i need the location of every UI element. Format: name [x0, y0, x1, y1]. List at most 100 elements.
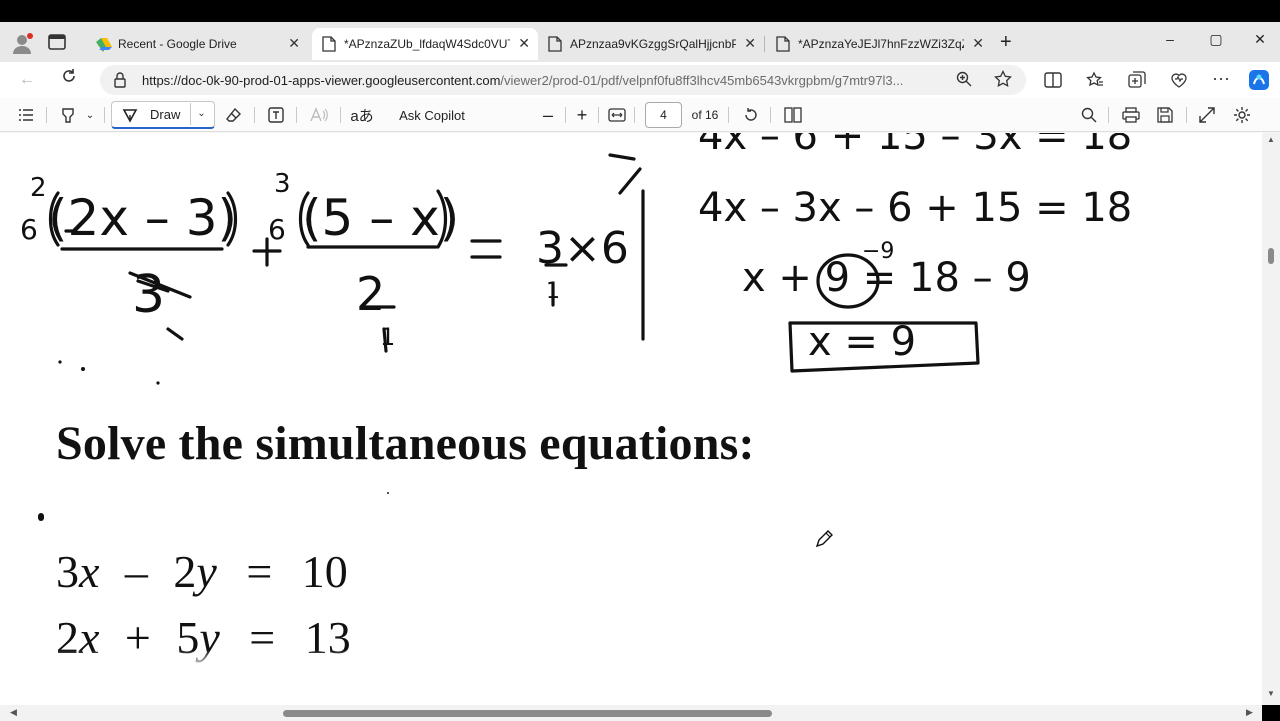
- toolbar-divider: [565, 107, 566, 123]
- zoom-icon[interactable]: [956, 71, 972, 92]
- hand-line3-mark: −9: [862, 239, 895, 264]
- toolbar-divider: [104, 107, 105, 123]
- pen-cursor-icon: [814, 529, 834, 554]
- minus-icon: –: [542, 104, 553, 125]
- fullscreen-button[interactable]: [1196, 103, 1218, 127]
- rotate-button[interactable]: [740, 103, 762, 127]
- ask-copilot-button[interactable]: Ask Copilot: [390, 103, 474, 127]
- draw-options-chevron[interactable]: ⌄: [190, 103, 212, 125]
- add-text-button[interactable]: [264, 103, 288, 127]
- tab-pdf-2[interactable]: APznzaa9vKGzggSrQalHjjcnbPiZ ✕: [538, 28, 764, 60]
- erase-button[interactable]: [222, 103, 246, 127]
- handwritten-annotations: [48, 153, 980, 385]
- print-icon: [1122, 107, 1140, 123]
- horizontal-scrollbar[interactable]: ◀ ▶: [0, 705, 1262, 721]
- maximize-button[interactable]: ▢: [1196, 26, 1236, 52]
- url-text[interactable]: https://doc-0k-90-prod-01-apps-viewer.go…: [142, 73, 942, 88]
- hand-mult1: 6: [20, 213, 38, 246]
- page-view-button[interactable]: [782, 103, 804, 127]
- toolbar-divider: [1108, 107, 1109, 123]
- toolbar-divider: [254, 107, 255, 123]
- pdf-toolbar: ⌄ Draw ⌄ aあ Ask Copilot – + 4 of 16: [0, 98, 1280, 132]
- minimize-button[interactable]: –: [1150, 26, 1190, 52]
- collections-icon[interactable]: [1128, 71, 1146, 94]
- hand-num1: (2x – 3): [48, 189, 238, 247]
- scroll-left-arrow-icon[interactable]: ◀: [10, 707, 17, 718]
- back-button[interactable]: ←: [14, 68, 40, 92]
- list-icon: [19, 109, 33, 121]
- highlighter-icon: [62, 108, 74, 123]
- hand-mult2: 6: [268, 213, 286, 246]
- page-number-input[interactable]: 4: [645, 102, 682, 128]
- more-options-icon[interactable]: ···: [1212, 68, 1230, 89]
- text-box-icon: [268, 107, 284, 123]
- toolbar-divider: [1186, 107, 1187, 123]
- zoom-in-button[interactable]: +: [572, 103, 592, 127]
- settings-button[interactable]: [1230, 103, 1254, 127]
- copilot-icon[interactable]: [1248, 69, 1270, 96]
- tab-actions-icon[interactable]: [48, 34, 66, 50]
- tab-label: Recent - Google Drive: [118, 37, 237, 51]
- browser-essentials-icon[interactable]: [1170, 71, 1188, 94]
- page-view-icon: [784, 107, 802, 123]
- favorite-star-icon[interactable]: [994, 69, 1012, 93]
- hand-sub1: 1: [546, 279, 560, 304]
- profile-icon[interactable]: [10, 32, 34, 56]
- eq1-rhs: 10: [301, 546, 348, 597]
- highlight-options-chevron[interactable]: ⌄: [82, 103, 98, 127]
- lock-icon[interactable]: [114, 72, 126, 93]
- toolbar-divider: [728, 107, 729, 123]
- new-tab-icon[interactable]: +: [1000, 32, 1012, 52]
- refresh-button[interactable]: [56, 68, 82, 92]
- tab-pdf-3[interactable]: *APznzaYeJEJl7hnFzzWZi3ZqZN5 ✕: [766, 28, 992, 60]
- scroll-down-arrow-icon[interactable]: ▼: [1267, 689, 1275, 698]
- hand-line2: 4x – 3x – 6 + 15 = 18: [698, 185, 1133, 231]
- pdf-page[interactable]: (2x – 3) 6 2 3 (5 – x) 6 3 2 1 3×6 1 4x …: [0, 133, 1262, 705]
- close-window-button[interactable]: ✕: [1240, 26, 1280, 52]
- eq1-operator: –: [124, 546, 148, 597]
- close-tab-icon[interactable]: ✕: [972, 35, 984, 52]
- vertical-scroll-thumb[interactable]: [1268, 248, 1274, 264]
- zoom-out-button[interactable]: –: [538, 103, 558, 127]
- split-screen-icon[interactable]: [1044, 72, 1062, 93]
- bullet-dot: [38, 513, 44, 521]
- draw-button[interactable]: Draw ⌄: [111, 101, 215, 129]
- close-tab-icon[interactable]: ✕: [744, 35, 756, 52]
- search-icon: [1081, 107, 1097, 123]
- toolbar-divider: [340, 107, 341, 123]
- save-button[interactable]: [1154, 103, 1176, 127]
- hand-cancel1: 2: [30, 173, 47, 203]
- gear-icon: [1234, 107, 1250, 123]
- vertical-scrollbar[interactable]: ▲ ▼: [1262, 133, 1280, 705]
- tab-google-drive[interactable]: Recent - Google Drive ✕: [86, 28, 308, 60]
- scroll-right-arrow-icon[interactable]: ▶: [1246, 707, 1253, 718]
- hand-num2: (5 – x): [302, 189, 460, 247]
- save-icon: [1157, 107, 1173, 123]
- contents-button[interactable]: [14, 103, 38, 127]
- favorites-icon[interactable]: [1086, 71, 1104, 94]
- horizontal-scroll-thumb[interactable]: [283, 710, 772, 717]
- document-icon: [776, 36, 790, 52]
- scroll-up-arrow-icon[interactable]: ▲: [1267, 135, 1275, 144]
- hand-den2: 2: [356, 267, 386, 321]
- tab-label: *APznzaZUb_lfdaqW4Sdc0VUTW: [344, 37, 510, 51]
- search-button[interactable]: [1078, 103, 1100, 127]
- eq1-var-y: y: [196, 546, 217, 597]
- print-button[interactable]: [1120, 103, 1142, 127]
- translate-button[interactable]: aあ: [350, 103, 374, 127]
- eraser-icon: [226, 107, 241, 122]
- equation-1: 3x – 2y = 10: [56, 545, 348, 598]
- toolbar-divider: [598, 107, 599, 123]
- tab-pdf-active[interactable]: *APznzaZUb_lfdaqW4Sdc0VUTW ✕: [312, 28, 538, 60]
- toolbar-divider: [46, 107, 47, 123]
- highlight-button[interactable]: [56, 103, 80, 127]
- close-tab-icon[interactable]: ✕: [518, 35, 530, 52]
- toolbar-divider: [634, 107, 635, 123]
- hand-cancel2: 3: [274, 169, 291, 199]
- read-aloud-button[interactable]: [306, 103, 332, 127]
- close-tab-icon[interactable]: ✕: [288, 35, 300, 52]
- address-bar[interactable]: https://doc-0k-90-prod-01-apps-viewer.go…: [100, 65, 1026, 95]
- fit-width-button[interactable]: [606, 103, 628, 127]
- tab-divider: [764, 36, 765, 52]
- toolbar-divider: [296, 107, 297, 123]
